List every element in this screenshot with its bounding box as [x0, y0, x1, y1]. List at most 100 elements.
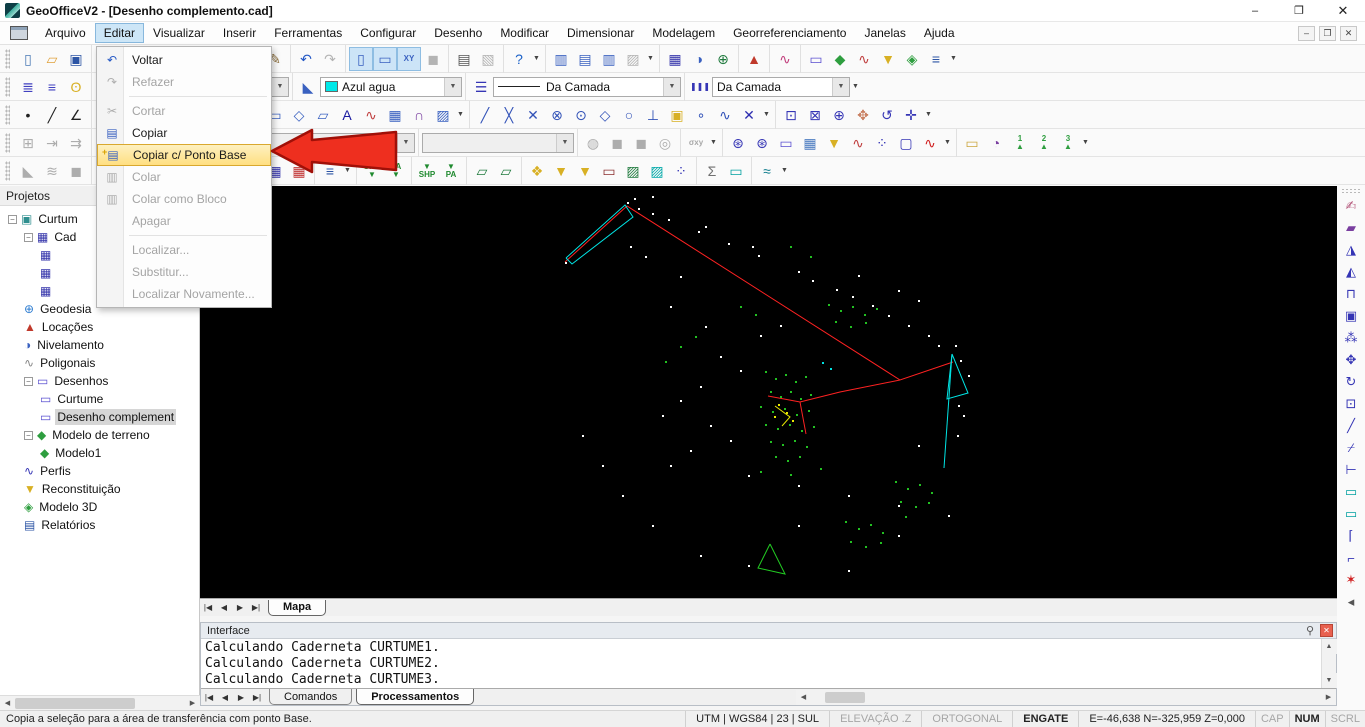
menu-visualizar[interactable]: Visualizar: [144, 23, 214, 43]
print-icon[interactable]: ▤: [452, 47, 476, 71]
sigma-dropdown-icon[interactable]: ▼: [708, 131, 719, 155]
mirror-icon[interactable]: ◭: [1339, 261, 1363, 283]
hatch-cyan-icon[interactable]: ▨: [645, 159, 669, 183]
tab-mapa[interactable]: Mapa: [268, 600, 326, 616]
tree-expander-icon[interactable]: –: [24, 377, 33, 386]
gray-crop-icon[interactable]: ◣: [16, 159, 40, 183]
menu-item-refazer[interactable]: ↷Refazer: [97, 71, 271, 93]
join-icon[interactable]: ▭: [1339, 503, 1363, 525]
scroll-right-icon[interactable]: ▶: [1321, 690, 1336, 705]
view-caderneta-icon[interactable]: ▦: [663, 47, 687, 71]
snap-insertion-icon[interactable]: ▣: [665, 103, 689, 127]
draw-polygon-icon[interactable]: ◇: [287, 103, 311, 127]
scroll-up-icon[interactable]: ▲: [1322, 639, 1337, 654]
selection-box-icon[interactable]: ▢: [894, 131, 918, 155]
filter-bulb-icon[interactable]: ▼: [822, 131, 846, 155]
color-fill-bucket-icon[interactable]: ◣: [296, 75, 320, 99]
points-combo[interactable]: ▼: [422, 133, 574, 153]
swoosh-tool-icon[interactable]: ≈: [755, 159, 779, 183]
view-locacoes-station-icon[interactable]: ▲: [742, 47, 766, 71]
linetype-combo[interactable]: Da Camada▼: [493, 77, 681, 97]
tree-item-modelo-de-terreno[interactable]: –◆Modelo de terreno: [0, 426, 199, 444]
views-dropdown-icon[interactable]: ▼: [948, 47, 959, 71]
tree-item-locacoes[interactable]: ▲Locações: [0, 318, 199, 336]
tree-item-modelo-3d[interactable]: ◈Modelo 3D: [0, 498, 199, 516]
status-crs[interactable]: UTM | WGS84 | 23 | SUL: [685, 711, 829, 727]
scroll-down-icon[interactable]: ▼: [1322, 673, 1337, 688]
view-relatorios-icon[interactable]: ≡: [924, 47, 948, 71]
terrain-model-1-icon[interactable]: 1▲: [1008, 131, 1032, 155]
menu-item-colar[interactable]: ▥Colar: [97, 166, 271, 188]
offset-icon[interactable]: ⊓: [1339, 283, 1363, 305]
calc-circle-icon[interactable]: ◍: [581, 131, 605, 155]
import-shp-icon[interactable]: ▼SHP: [415, 159, 439, 183]
restore-icon[interactable]: ❐: [1277, 0, 1321, 22]
toolbar-drag-handle[interactable]: [5, 77, 10, 97]
terrain-model-3-icon[interactable]: 3▲: [1056, 131, 1080, 155]
copy-objects-icon[interactable]: ◮: [1339, 239, 1363, 261]
menu-ajuda[interactable]: Ajuda: [915, 23, 964, 43]
snap-apparent-intersection-icon[interactable]: ⊗: [545, 103, 569, 127]
menu-item-localizar-novamente[interactable]: Localizar Novamente...: [97, 283, 271, 305]
close-panel-icon[interactable]: ✕: [1320, 624, 1333, 637]
calc-square-2-icon[interactable]: ◼: [629, 131, 653, 155]
fillet-icon[interactable]: ⌈: [1339, 525, 1363, 547]
scroll-left-icon[interactable]: ◀: [796, 690, 811, 705]
tree-expander-icon[interactable]: –: [24, 431, 33, 440]
import-pa-icon[interactable]: ▼PA: [439, 159, 463, 183]
menu-item-copiar[interactable]: ▤Copiar: [97, 122, 271, 144]
tile-vertical-icon[interactable]: ▥: [597, 47, 621, 71]
chevron-down-icon[interactable]: ▼: [832, 78, 849, 96]
lineweight-combo[interactable]: Da Camada▼: [712, 77, 850, 97]
map-nav-last-icon[interactable]: ▶|: [248, 600, 264, 616]
menu-item-apagar[interactable]: Apagar: [97, 210, 271, 232]
windows-dropdown-icon[interactable]: ▼: [645, 47, 656, 71]
toolbar-drag-handle[interactable]: [5, 133, 10, 153]
arrange-windows-icon[interactable]: ▨: [621, 47, 645, 71]
points-grid-icon[interactable]: ⁘: [870, 131, 894, 155]
swoosh-dropdown-icon[interactable]: ▼: [779, 159, 790, 183]
tree-item-relatorios[interactable]: ▤Relatórios: [0, 516, 199, 534]
map-nav-next-icon[interactable]: ▶: [232, 600, 248, 616]
tree-item-desenho-complemento[interactable]: ▭Desenho complement: [0, 408, 199, 426]
close-icon[interactable]: ✕: [1321, 0, 1365, 22]
toolbar-drag-handle[interactable]: [1341, 188, 1361, 193]
label-tag-icon[interactable]: ❖: [525, 159, 549, 183]
tree-item-modelo1[interactable]: ◆Modelo1: [0, 444, 199, 462]
extend-icon[interactable]: ⊢: [1339, 459, 1363, 481]
draw-dropdown-icon[interactable]: ▼: [455, 103, 466, 127]
view-nivelamento-icon[interactable]: ◑: [687, 47, 711, 71]
snap-perpendicular-icon[interactable]: ⊥: [641, 103, 665, 127]
chevron-down-icon[interactable]: ▼: [556, 134, 573, 152]
menu-janelas[interactable]: Janelas: [855, 23, 914, 43]
draw-polyline-icon[interactable]: ∠: [64, 103, 88, 127]
tree-item-reconstituicao[interactable]: ▼Reconstituição: [0, 480, 199, 498]
gray-lines-icon[interactable]: ≋: [40, 159, 64, 183]
snap-nearest-icon[interactable]: ∿: [713, 103, 737, 127]
map-nav-prev-icon[interactable]: ◀: [216, 600, 232, 616]
menu-ferramentas[interactable]: Ferramentas: [265, 23, 351, 43]
layer-properties-icon[interactable]: ≣: [16, 75, 40, 99]
layer-list-icon[interactable]: ≡: [40, 75, 64, 99]
child-restore-icon[interactable]: ❐: [1319, 26, 1336, 41]
draw-spline-icon[interactable]: ∿: [359, 103, 383, 127]
lineweight-icon-icon[interactable]: ❚❚❚: [688, 75, 712, 99]
view-geodesia-globe-icon[interactable]: ⊕: [711, 47, 735, 71]
break-icon[interactable]: ▭: [1339, 481, 1363, 503]
tab-nav-first-icon[interactable]: |◀: [201, 689, 217, 705]
rotate-icon[interactable]: ↻: [1339, 371, 1363, 393]
zoom-realtime-icon[interactable]: ⊕: [827, 103, 851, 127]
tab-processamentos[interactable]: Processamentos: [356, 689, 474, 705]
status-ortogonal[interactable]: ORTOGONAL: [921, 711, 1012, 727]
print-preview-icon[interactable]: ▧: [476, 47, 500, 71]
layer-visibility-bulb-icon[interactable]: ʘ: [64, 75, 88, 99]
scroll-left-mini-icon[interactable]: ◂: [1339, 591, 1363, 613]
help-dropdown-icon[interactable]: ▼: [531, 47, 542, 71]
toolbar-drag-handle[interactable]: [5, 105, 10, 125]
linetype-icon-icon[interactable]: ☰: [469, 75, 493, 99]
view-perfis-icon[interactable]: ∿: [852, 47, 876, 71]
map-nav-first-icon[interactable]: |◀: [200, 600, 216, 616]
menu-item-colar-como-bloco[interactable]: ▥Colar como Bloco: [97, 188, 271, 210]
menu-modelagem[interactable]: Modelagem: [643, 23, 724, 43]
menu-configurar[interactable]: Configurar: [351, 23, 425, 43]
